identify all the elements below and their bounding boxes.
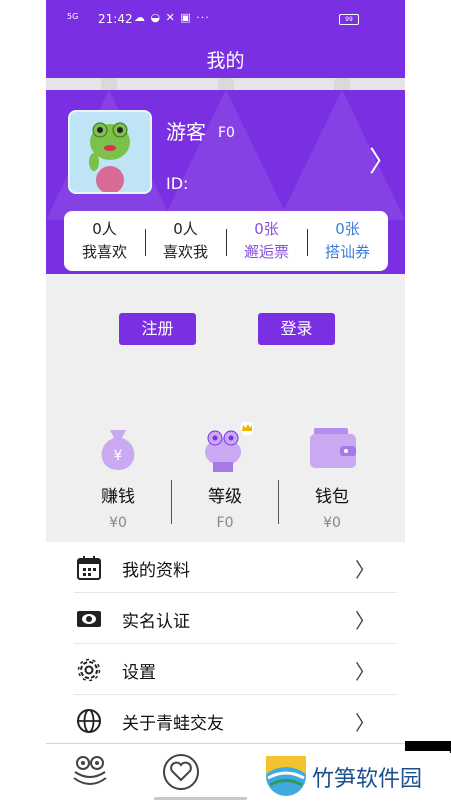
chevron-right-icon[interactable]: 〉 xyxy=(369,140,397,180)
tab-favorites[interactable] xyxy=(161,752,201,792)
menu-item-verify[interactable]: 实名认证 〉 xyxy=(46,593,405,644)
calendar-icon xyxy=(76,555,102,581)
avatar[interactable] xyxy=(68,110,152,194)
feature-label: 等级 xyxy=(208,487,242,507)
feature-label: 钱包 xyxy=(315,487,349,507)
stat-value: 0张 xyxy=(335,220,360,238)
username: 游客 xyxy=(166,120,206,144)
feature-level[interactable]: 等级 F0 xyxy=(175,421,275,531)
status-bar: 5G 21:42 ☁ ◒ ✕ ▣ ··· 99 xyxy=(46,0,405,40)
stat-label: 邂逅票 xyxy=(243,243,289,261)
heart-icon xyxy=(163,754,199,790)
feature-value: ¥0 xyxy=(109,515,127,531)
watermark-logo-icon xyxy=(266,756,306,796)
menu-item-label: 设置 xyxy=(122,663,156,683)
app-screen: 5G 21:42 ☁ ◒ ✕ ▣ ··· 99 我的 游客 F0 ID: 〉 0… xyxy=(46,0,405,801)
account-section: 注册 登录 ¥ 赚钱 ¥0 等级 F0 钱包 ¥0 xyxy=(46,274,405,542)
stat-value: 0人 xyxy=(173,220,198,238)
level-tag: F0 xyxy=(218,125,235,141)
stat-encounter-tickets[interactable]: 0张 邂逅票 xyxy=(226,211,307,271)
chevron-right-icon: 〉 xyxy=(355,660,375,684)
frog-icon xyxy=(73,756,107,785)
battery-icon: 99 xyxy=(339,14,359,25)
feature-value: F0 xyxy=(216,515,234,531)
title-bar: 我的 xyxy=(46,40,405,78)
page-title: 我的 xyxy=(206,50,245,72)
stat-value: 0人 xyxy=(92,220,117,238)
user-id: ID: xyxy=(166,174,189,193)
chevron-right-icon: 〉 xyxy=(355,609,375,633)
watermark: 竹笋软件园 xyxy=(250,751,450,801)
stats-panel: 0人 我喜欢 0人 喜欢我 0张 邂逅票 0张 搭讪券 xyxy=(64,211,388,271)
feature-label: 赚钱 xyxy=(101,487,135,507)
frog-crown-icon xyxy=(195,421,255,474)
chevron-right-icon: 〉 xyxy=(355,558,375,582)
wallet-icon xyxy=(302,422,362,474)
settings-menu: 我的资料 〉 实名认证 〉 设置 〉 关于青蛙交友 〉 xyxy=(46,542,405,746)
feature-earn[interactable]: ¥ 赚钱 ¥0 xyxy=(68,422,168,531)
profile-card[interactable]: 游客 F0 ID: 〉 0人 我喜欢 0人 喜欢我 0张 邂逅票 0张 搭讪券 xyxy=(46,90,405,274)
feature-wallet[interactable]: 钱包 ¥0 xyxy=(282,422,382,531)
divider xyxy=(278,480,279,524)
stat-label: 搭讪券 xyxy=(324,243,370,261)
signal-indicator: 5G xyxy=(67,12,79,21)
svg-text:¥: ¥ xyxy=(114,448,123,464)
menu-item-profile[interactable]: 我的资料 〉 xyxy=(46,542,405,593)
menu-item-about[interactable]: 关于青蛙交友 〉 xyxy=(46,695,405,746)
menu-item-settings[interactable]: 设置 〉 xyxy=(46,644,405,695)
home-indicator xyxy=(154,797,247,800)
stat-label: 喜欢我 xyxy=(162,243,208,261)
register-button[interactable]: 注册 xyxy=(119,313,196,345)
stat-chat-coupons[interactable]: 0张 搭讪券 xyxy=(307,211,388,271)
clock: 21:42 xyxy=(98,12,133,26)
feature-value: ¥0 xyxy=(323,515,341,531)
divider xyxy=(171,480,172,524)
money-bag-icon: ¥ xyxy=(88,422,148,474)
gear-icon xyxy=(76,657,102,683)
stat-value: 0张 xyxy=(254,220,279,238)
watermark-text: 竹笋软件园 xyxy=(312,767,423,792)
tab-home[interactable] xyxy=(70,752,110,792)
menu-item-label: 我的资料 xyxy=(122,561,190,581)
menu-item-label: 关于青蛙交友 xyxy=(122,714,224,734)
id-card-icon xyxy=(76,606,102,632)
globe-icon xyxy=(76,708,102,734)
login-button[interactable]: 登录 xyxy=(258,313,335,345)
stat-i-like[interactable]: 0人 我喜欢 xyxy=(64,211,145,271)
chevron-right-icon: 〉 xyxy=(355,711,375,735)
menu-item-label: 实名认证 xyxy=(122,612,190,632)
stat-likes-me[interactable]: 0人 喜欢我 xyxy=(145,211,226,271)
stat-label: 我喜欢 xyxy=(81,243,127,261)
notification-icons: ☁ ◒ ✕ ▣ ··· xyxy=(134,11,210,24)
